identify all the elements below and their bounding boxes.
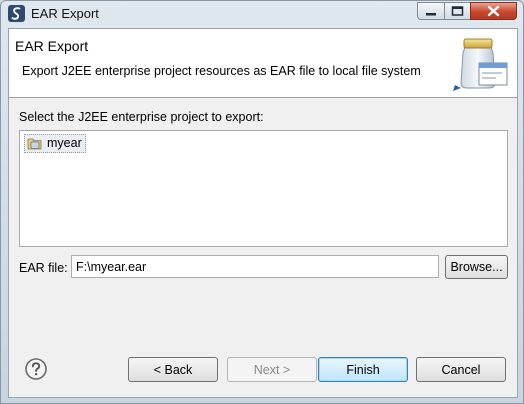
dialog-client-area: EAR Export Export J2EE enterprise projec… — [8, 28, 518, 398]
cancel-button[interactable]: Cancel — [416, 357, 506, 382]
close-icon — [487, 5, 500, 17]
ear-file-input[interactable] — [71, 255, 439, 278]
wizard-header: EAR Export Export J2EE enterprise projec… — [9, 29, 517, 98]
project-select-label: Select the J2EE enterprise project to ex… — [19, 110, 264, 124]
browse-button[interactable]: Browse... — [445, 255, 508, 279]
ear-file-label: EAR file: — [19, 261, 68, 275]
wizard-title: EAR Export — [15, 38, 89, 54]
minimize-icon — [426, 13, 436, 16]
project-item-label: myear — [47, 136, 82, 150]
finish-button[interactable]: Finish — [318, 357, 408, 382]
jar-window-icon — [453, 38, 508, 91]
minimize-button[interactable] — [417, 2, 445, 20]
maximize-button[interactable] — [444, 2, 471, 20]
ear-export-window: EAR Export EAR Export Export J2EE enterp… — [0, 0, 524, 404]
list-item[interactable]: myear — [24, 134, 86, 153]
maximize-icon — [451, 6, 464, 16]
back-button[interactable]: < Back — [128, 357, 218, 382]
eclipse-s-icon — [8, 5, 25, 22]
window-title: EAR Export — [31, 6, 99, 21]
help-icon[interactable] — [24, 357, 48, 381]
enterprise-project-icon — [27, 138, 42, 150]
title-bar[interactable]: EAR Export — [1, 1, 523, 27]
next-button[interactable]: Next > — [227, 357, 317, 382]
wizard-description: Export J2EE enterprise project resources… — [22, 64, 421, 78]
close-button[interactable] — [470, 2, 517, 20]
project-list[interactable]: myear — [19, 130, 508, 247]
